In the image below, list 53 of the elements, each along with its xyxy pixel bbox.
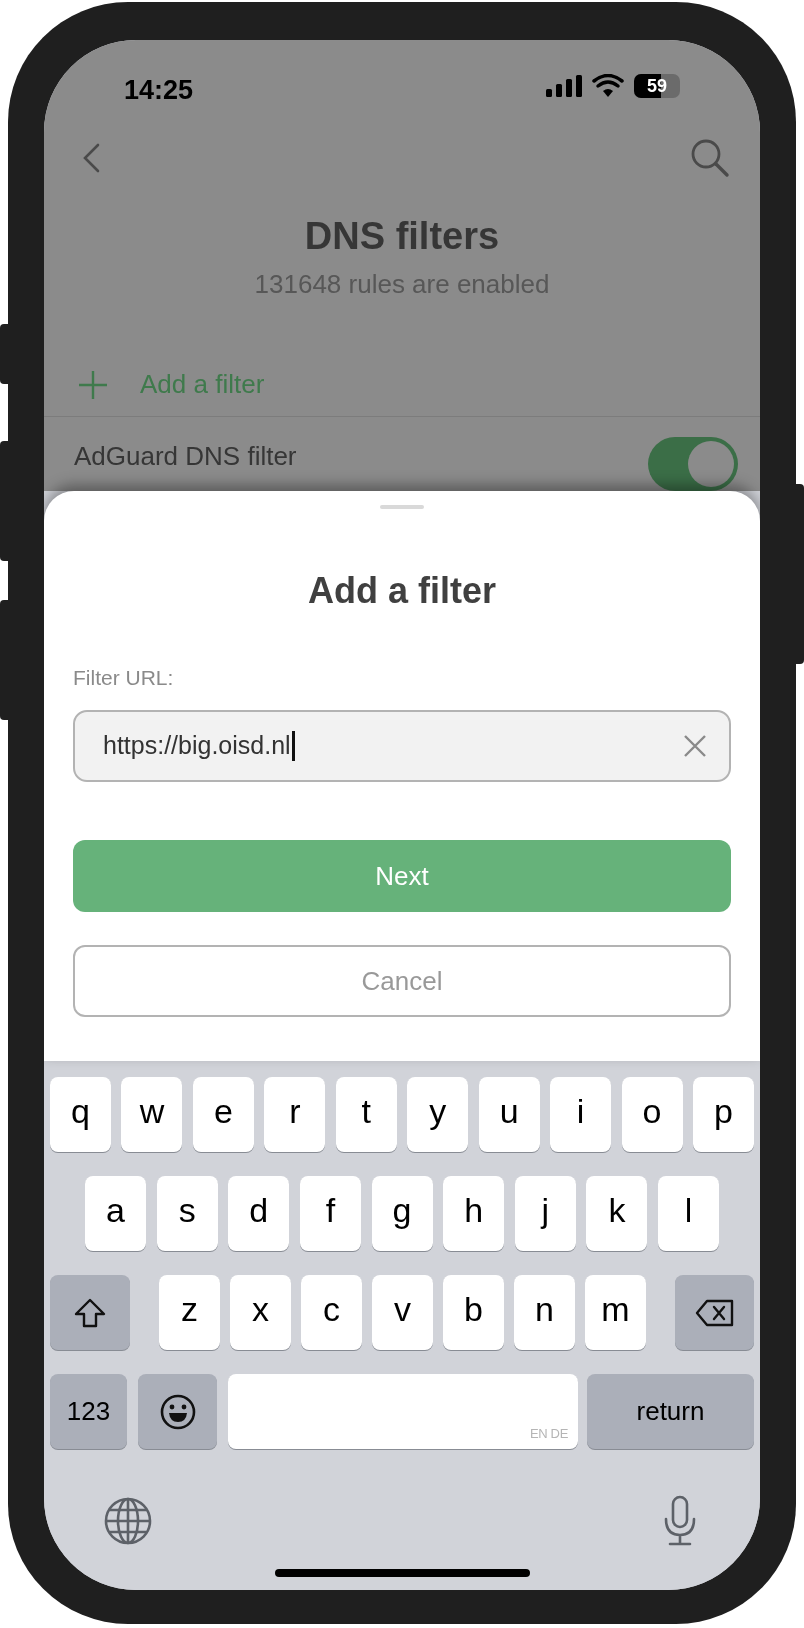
key[interactable]: a xyxy=(85,1176,146,1251)
filter-row[interactable]: AdGuard DNS filter xyxy=(44,417,760,491)
globe-icon[interactable] xyxy=(103,1496,153,1546)
text-cursor xyxy=(291,731,295,761)
page-title: DNS filters xyxy=(303,217,501,256)
status-time: 14:25 xyxy=(124,74,194,107)
key[interactable]: e xyxy=(192,1077,254,1152)
wifi-icon xyxy=(592,74,624,98)
key[interactable]: p xyxy=(692,1077,754,1152)
signal-icon xyxy=(546,75,582,97)
key[interactable]: y xyxy=(407,1077,469,1152)
key[interactable]: d xyxy=(228,1176,290,1251)
key[interactable]: q xyxy=(50,1077,111,1152)
delete-key[interactable] xyxy=(675,1275,754,1350)
sheet-handle[interactable] xyxy=(380,505,424,509)
search-icon[interactable] xyxy=(690,138,730,179)
filter-toggle[interactable] xyxy=(648,437,738,491)
filter-url-field[interactable]: https://big.oisd.nl xyxy=(73,710,731,782)
shift-key[interactable] xyxy=(50,1275,130,1350)
filter-name: AdGuard DNS filter xyxy=(74,440,297,473)
numbers-key[interactable]: 123 xyxy=(50,1374,127,1449)
key[interactable]: n xyxy=(514,1275,575,1350)
key[interactable]: r xyxy=(264,1077,326,1152)
key[interactable]: m xyxy=(585,1275,646,1350)
key[interactable]: g xyxy=(371,1176,433,1251)
key[interactable]: l xyxy=(658,1176,719,1251)
field-label: Filter URL: xyxy=(73,667,175,688)
emoji-key[interactable] xyxy=(138,1374,217,1449)
key[interactable]: i xyxy=(550,1077,612,1152)
key[interactable]: c xyxy=(301,1275,362,1350)
plus-icon xyxy=(78,369,108,400)
microphone-icon[interactable] xyxy=(663,1495,697,1547)
backspace-icon xyxy=(694,1298,735,1327)
sheet-title: Add a filter xyxy=(307,573,497,609)
key[interactable]: w xyxy=(121,1077,183,1152)
key[interactable]: u xyxy=(478,1077,540,1152)
shift-icon xyxy=(73,1296,107,1329)
key[interactable]: b xyxy=(443,1275,504,1350)
battery-indicator: 59 xyxy=(634,74,680,98)
key[interactable]: o xyxy=(621,1077,683,1152)
key[interactable]: f xyxy=(299,1176,361,1251)
key[interactable]: h xyxy=(443,1176,505,1251)
return-key[interactable]: return xyxy=(587,1374,754,1449)
key[interactable]: z xyxy=(159,1275,220,1350)
clear-icon[interactable] xyxy=(683,734,707,758)
key[interactable]: k xyxy=(586,1176,648,1251)
key[interactable]: s xyxy=(156,1176,218,1251)
emoji-icon xyxy=(158,1392,197,1431)
key[interactable]: t xyxy=(335,1077,397,1152)
key[interactable]: j xyxy=(514,1176,576,1251)
key[interactable]: v xyxy=(372,1275,433,1350)
back-icon[interactable] xyxy=(82,143,100,174)
key[interactable]: x xyxy=(230,1275,291,1350)
